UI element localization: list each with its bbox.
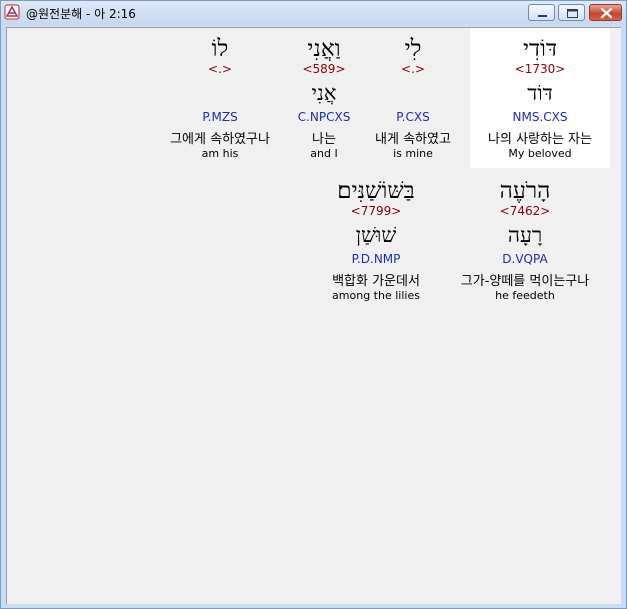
korean-gloss: 그가-양떼를 먹이는구나 [460,274,590,289]
lemma: שׁוּשַׁן [355,223,397,247]
title-bar[interactable]: @원전분해 - 아 2:16 [1,1,626,24]
english-gloss: he feedeth [495,289,555,302]
korean-gloss: 그에게 속하였구나 [170,132,270,147]
minimize-icon [538,15,547,17]
minimize-button[interactable] [528,4,555,21]
app-icon[interactable] [4,4,20,20]
hebrew-word: לִי [404,36,422,62]
word-card[interactable]: לוֹ <.> P.MZS 그에게 속하였구나 am his [150,28,290,168]
parsing-code: P.D.NMP [351,252,401,266]
hebrew-word: הָרֹעֶה [499,178,551,204]
hebrew-word: וַאֲנִי [307,36,341,62]
close-icon [600,7,613,19]
hebrew-word: לוֹ [211,36,229,62]
parsing-code: C.NPCXS [297,110,351,124]
english-gloss: among the lilies [332,289,420,302]
lemma: דּוֹד [527,81,553,105]
hebrew-word: דּוֹדִי [522,36,558,62]
korean-gloss: 나의 사랑하는 자는 [488,132,592,147]
strong-number[interactable]: <.> [150,62,290,76]
hebrew-word: בַּשּׁוֹשַׁנִּים׃ [337,178,415,204]
lemma: אֲנִי [311,81,337,105]
parsing-code: NMS.CXS [512,110,568,124]
lemma: רָעָה [507,223,543,247]
analysis-panel[interactable]: דּוֹדִי <1730> דּוֹד NMS.CXS 나의 사랑하는 자는 … [6,27,621,604]
korean-gloss: 내게 속하였고 [375,132,451,147]
parsing-code: P.CXS [396,110,430,124]
maximize-button[interactable] [558,4,585,21]
korean-gloss: 백합화 가운데서 [332,274,420,289]
close-button[interactable] [589,4,622,21]
english-gloss: am his [201,147,239,160]
strong-number[interactable]: <.> [348,62,478,76]
word-card[interactable]: הָרֹעֶה <7462> רָעָה D.VQPA 그가-양떼를 먹이는구나… [440,170,610,310]
english-gloss: My beloved [508,147,572,160]
word-card[interactable]: בַּשּׁוֹשַׁנִּים׃ <7799> שׁוּשַׁן P.D.NM… [306,170,446,310]
parsing-code: P.MZS [202,110,238,124]
window-title: @원전분해 - 아 2:16 [26,7,136,21]
strong-number[interactable]: <589> [284,62,364,76]
strong-number[interactable]: <1730> [470,62,610,76]
parsing-code: D.VQPA [502,252,548,266]
strong-number[interactable]: <7462> [440,204,610,218]
korean-gloss: 나는 [312,132,336,147]
strong-number[interactable]: <7799> [306,204,446,218]
maximize-icon [567,9,578,18]
english-gloss: and I [310,147,338,160]
word-card[interactable]: דּוֹדִי <1730> דּוֹד NMS.CXS 나의 사랑하는 자는 … [470,28,610,168]
english-gloss: is mine [393,147,433,160]
word-card[interactable]: לִי <.> P.CXS 내게 속하였고 is mine [348,28,478,168]
app-window: @원전분해 - 아 2:16 דּוֹדִי <1730> דּוֹד NMS.… [0,0,627,609]
word-card[interactable]: וַאֲנִי <589> אֲנִי C.NPCXS 나는 and I [284,28,364,168]
